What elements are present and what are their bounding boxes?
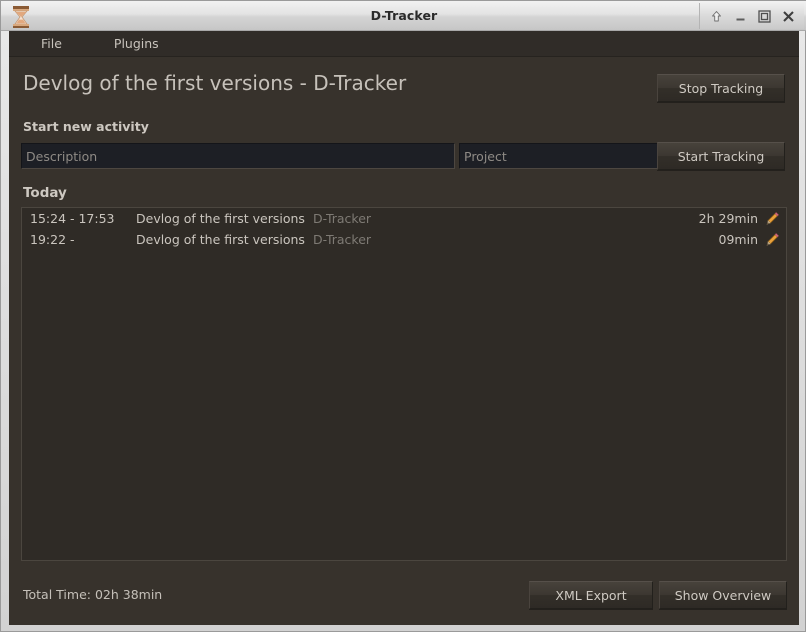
project-input[interactable] bbox=[459, 143, 663, 169]
shade-window-icon[interactable] bbox=[705, 5, 727, 27]
close-window-icon[interactable] bbox=[777, 5, 799, 27]
activity-group-label: Today bbox=[23, 185, 67, 201]
pencil-icon[interactable] bbox=[765, 232, 780, 247]
title-bar[interactable]: D-Tracker bbox=[1, 1, 806, 31]
activity-project: D-Tracker bbox=[312, 232, 372, 247]
table-row[interactable]: 15:24 - 17:53 Devlog of the first versio… bbox=[22, 208, 786, 229]
table-row[interactable]: 19:22 - Devlog of the first versions D-T… bbox=[22, 229, 786, 250]
menu-bar: File Plugins bbox=[9, 31, 799, 57]
maximize-window-icon[interactable] bbox=[753, 5, 775, 27]
xml-export-button[interactable]: XML Export bbox=[529, 581, 653, 609]
window-controls bbox=[699, 3, 804, 29]
page-title: Devlog of the first versions - D-Tracker bbox=[23, 71, 407, 95]
window-title: D-Tracker bbox=[370, 8, 438, 23]
client-area: Devlog of the first versions - D-Tracker… bbox=[9, 57, 799, 625]
minimize-window-icon[interactable] bbox=[729, 5, 751, 27]
activity-list: 15:24 - 17:53 Devlog of the first versio… bbox=[21, 207, 787, 561]
stop-tracking-button[interactable]: Stop Tracking bbox=[657, 74, 785, 102]
show-overview-button[interactable]: Show Overview bbox=[659, 581, 787, 609]
activity-time: 15:24 - 17:53 bbox=[30, 211, 115, 226]
activity-duration: 09min bbox=[718, 232, 758, 247]
header-row: Devlog of the first versions - D-Tracker… bbox=[9, 57, 799, 113]
start-new-activity-label: Start new activity bbox=[23, 119, 149, 134]
total-time-label: Total Time: 02h 38min bbox=[23, 587, 163, 602]
footer-bar: Total Time: 02h 38min XML Export Show Ov… bbox=[9, 569, 799, 625]
activity-description: Devlog of the first versions bbox=[136, 232, 305, 247]
activity-description: Devlog of the first versions bbox=[136, 211, 305, 226]
menu-item-file[interactable]: File bbox=[31, 32, 72, 55]
activity-duration: 2h 29min bbox=[698, 211, 758, 226]
start-tracking-button[interactable]: Start Tracking bbox=[657, 142, 785, 170]
activity-time: 19:22 - bbox=[30, 232, 75, 247]
menu-item-plugins[interactable]: Plugins bbox=[104, 32, 169, 55]
pencil-icon[interactable] bbox=[765, 211, 780, 226]
activity-project: D-Tracker bbox=[312, 211, 372, 226]
description-input[interactable] bbox=[21, 143, 455, 169]
application-window: D-Tracker File Plugins Devlog of the fir… bbox=[0, 0, 806, 632]
